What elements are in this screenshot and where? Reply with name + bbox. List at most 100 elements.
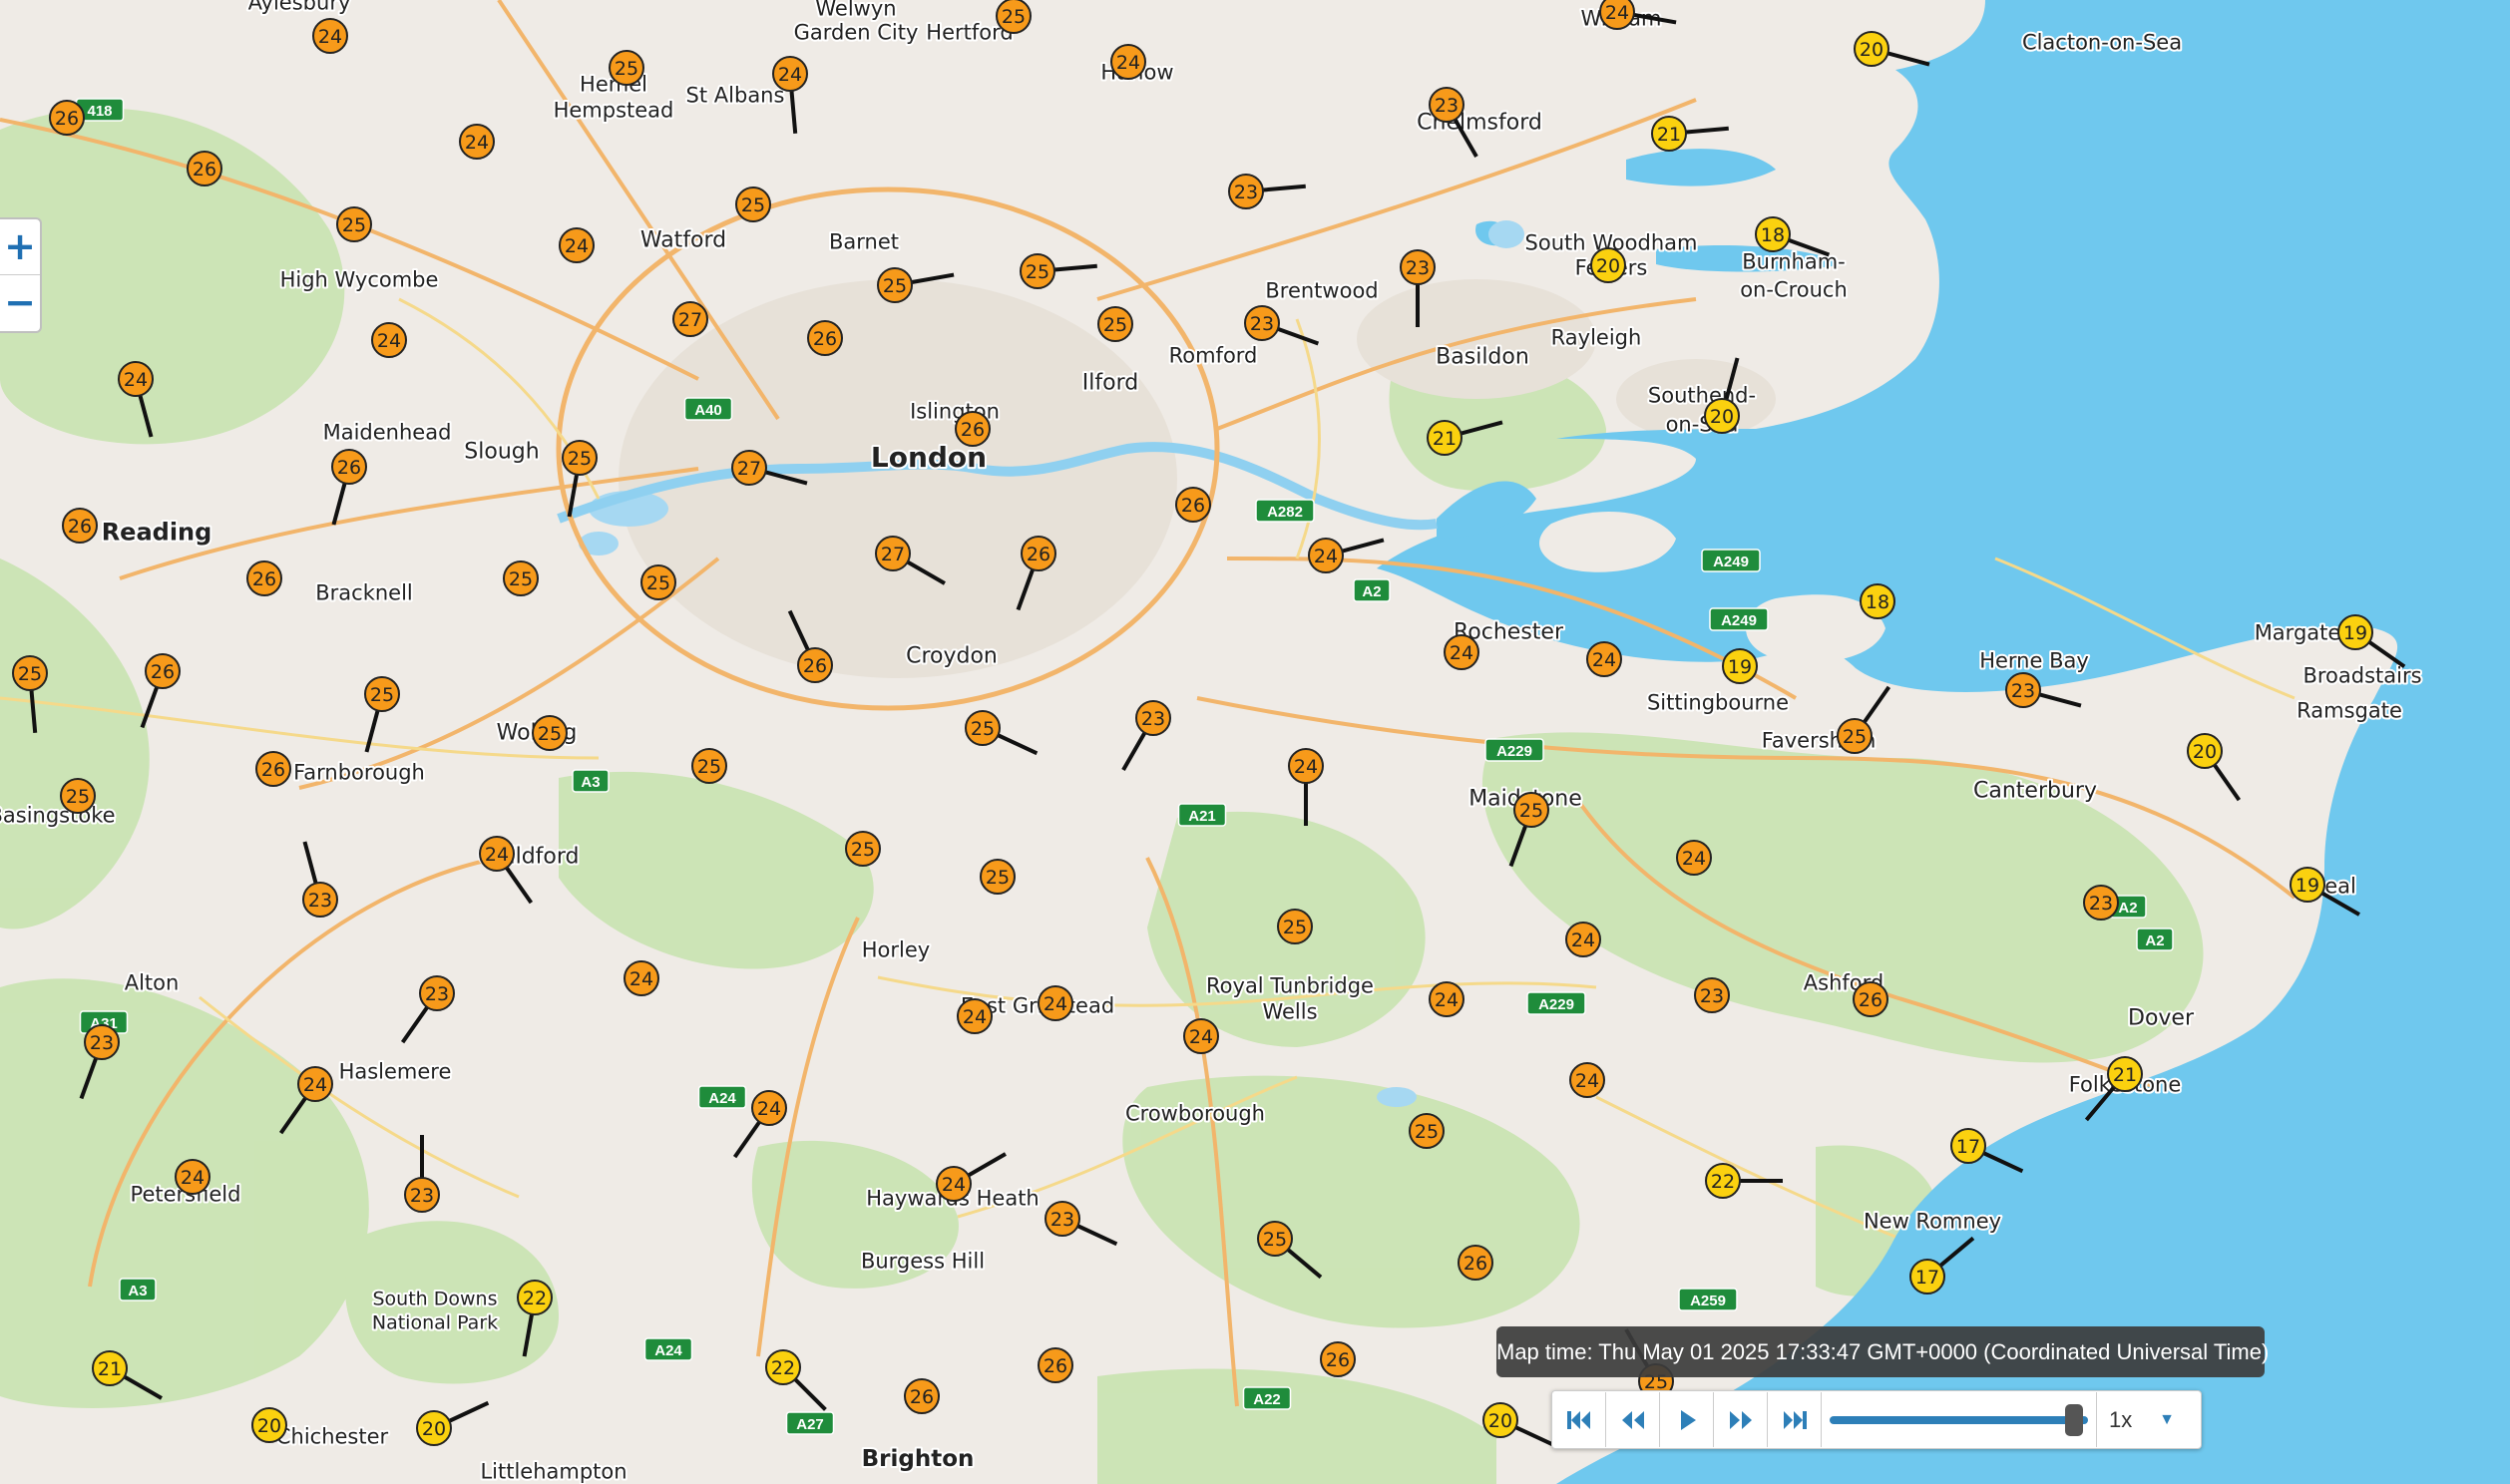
temperature-marker[interactable]: 24 [624, 960, 659, 996]
play-button[interactable] [1660, 1392, 1714, 1447]
temperature-marker[interactable]: 24 [957, 998, 993, 1034]
road-shield-label: A3 [581, 774, 600, 791]
zoom-in-button[interactable]: + [0, 219, 40, 275]
time-slider[interactable] [1822, 1392, 2097, 1447]
rewind-icon [1621, 1410, 1644, 1429]
temperature-marker[interactable]: 24 [1183, 1018, 1219, 1054]
step-backward-button[interactable] [1606, 1392, 1660, 1447]
temperature-marker[interactable]: 24 [459, 124, 495, 160]
skip-to-end-button[interactable] [1768, 1392, 1822, 1447]
temperature-value: 23 [1141, 708, 1165, 730]
temperature-value: 20 [257, 1415, 281, 1437]
place-label: Canterbury [1973, 779, 2097, 804]
skip-to-start-button[interactable] [1552, 1392, 1606, 1447]
temperature-marker[interactable]: 24 [175, 1159, 210, 1195]
temperature-value: 22 [771, 1357, 795, 1379]
temperature-marker[interactable]: 24 [559, 227, 595, 263]
temperature-marker[interactable]: 25 [609, 50, 644, 86]
temperature-value: 24 [1575, 1070, 1599, 1092]
temperature-marker[interactable]: 24 [1429, 981, 1464, 1017]
temperature-value: 26 [55, 108, 79, 130]
temperature-marker[interactable]: 18 [1860, 583, 1895, 619]
temperature-marker[interactable]: 25 [996, 0, 1032, 34]
temperature-marker[interactable]: 25 [503, 560, 539, 596]
place-label: Ramsgate [2297, 698, 2402, 722]
temperature-marker[interactable]: 26 [1853, 981, 1888, 1017]
temperature-marker[interactable]: 26 [246, 560, 282, 596]
temperature-marker[interactable]: 23 [2083, 885, 2119, 921]
temperature-marker[interactable]: 24 [1676, 840, 1712, 876]
temperature-marker[interactable]: 20 [1590, 247, 1626, 283]
temperature-marker[interactable]: 26 [255, 751, 291, 787]
road-shield: A3 [119, 1278, 157, 1301]
speed-select[interactable]: 1x ▼ [2097, 1392, 2187, 1447]
temperature-value: 25 [1026, 261, 1049, 283]
temperature-marker[interactable]: 26 [1038, 1347, 1073, 1383]
place-label: Croydon [906, 644, 998, 669]
place-label: Aylesbury [248, 0, 351, 14]
temperature-marker[interactable]: 24 [312, 18, 348, 54]
temperature-marker[interactable]: 25 [532, 715, 568, 751]
temperature-marker[interactable]: 20 [251, 1407, 287, 1443]
temperature-value: 25 [370, 684, 394, 706]
temperature-value: 18 [1866, 591, 1889, 613]
place-label: Clacton-on-Sea [2022, 30, 2182, 54]
temperature-marker[interactable]: 25 [1409, 1113, 1445, 1149]
temperature-marker[interactable]: 24 [1586, 641, 1622, 677]
temperature-marker[interactable]: 25 [980, 859, 1016, 895]
temperature-marker[interactable]: 26 [955, 411, 991, 447]
place-label: Watford [640, 228, 726, 253]
temperature-marker[interactable]: 26 [187, 151, 222, 186]
temperature-value: 25 [1263, 1229, 1287, 1251]
temperature-value: 26 [193, 159, 216, 181]
place-label: Royal Tunbridge [1206, 973, 1374, 997]
temperature-marker[interactable]: 25 [60, 778, 96, 814]
place-label: Alton [125, 970, 180, 994]
zoom-out-button[interactable]: − [0, 275, 40, 330]
temperature-marker[interactable]: 25 [640, 564, 676, 600]
temperature-marker[interactable]: 25 [735, 186, 771, 222]
temperature-value: 22 [523, 1288, 547, 1309]
temperature-marker[interactable]: 26 [49, 100, 85, 136]
step-forward-button[interactable] [1714, 1392, 1768, 1447]
temperature-value: 24 [1044, 993, 1067, 1015]
temperature-marker[interactable]: 26 [1175, 487, 1211, 523]
speed-value: 1x [2109, 1406, 2133, 1432]
temperature-marker[interactable]: 24 [1444, 634, 1479, 670]
temperature-marker[interactable]: 26 [807, 320, 843, 356]
temperature-marker[interactable]: 26 [1320, 1341, 1356, 1377]
temperature-marker[interactable]: 25 [691, 748, 727, 784]
temperature-marker[interactable]: 25 [336, 206, 372, 242]
place-label: Romford [1169, 343, 1258, 367]
temperature-value: 19 [1728, 656, 1752, 678]
temperature-marker[interactable]: 25 [845, 831, 881, 867]
time-slider-handle[interactable] [2065, 1404, 2083, 1436]
temperature-value: 24 [1294, 756, 1318, 778]
road-shield: A24 [697, 1085, 747, 1109]
place-label: Sittingbourne [1647, 690, 1789, 714]
temperature-marker[interactable]: 23 [1694, 977, 1730, 1013]
temperature-marker[interactable]: 24 [1110, 44, 1146, 80]
place-label: Brentwood [1265, 278, 1378, 302]
place-label: High Wycombe [280, 267, 439, 291]
temperature-marker[interactable]: 27 [672, 301, 708, 337]
temperature-marker[interactable]: 25 [1097, 306, 1133, 342]
temperature-value: 21 [1657, 124, 1681, 146]
temperature-marker[interactable]: 25 [1277, 909, 1313, 944]
temperature-marker[interactable]: 26 [62, 508, 98, 544]
temperature-marker[interactable]: 19 [1722, 648, 1758, 684]
temperature-value: 20 [2193, 741, 2217, 763]
temperature-value: 25 [615, 58, 638, 80]
temperature-marker[interactable]: 26 [904, 1378, 940, 1414]
temperature-value: 25 [1283, 917, 1307, 938]
temperature-value: 25 [1519, 800, 1543, 822]
road-shield: A3 [572, 769, 610, 793]
map-canvas[interactable]: 418 A40 A282 A2 A249 A249 A229 A3 A21 A2 A2 A229 A3 1… [0, 0, 2510, 1484]
temperature-value: 23 [1234, 182, 1258, 203]
temperature-marker[interactable]: 24 [371, 322, 407, 358]
temperature-marker[interactable]: 24 [1565, 922, 1601, 957]
temperature-marker[interactable]: 24 [1569, 1062, 1605, 1098]
temperature-marker[interactable]: 24 [1038, 985, 1073, 1021]
temperature-marker[interactable]: 26 [1458, 1245, 1493, 1281]
temperature-value: 25 [1843, 726, 1867, 748]
